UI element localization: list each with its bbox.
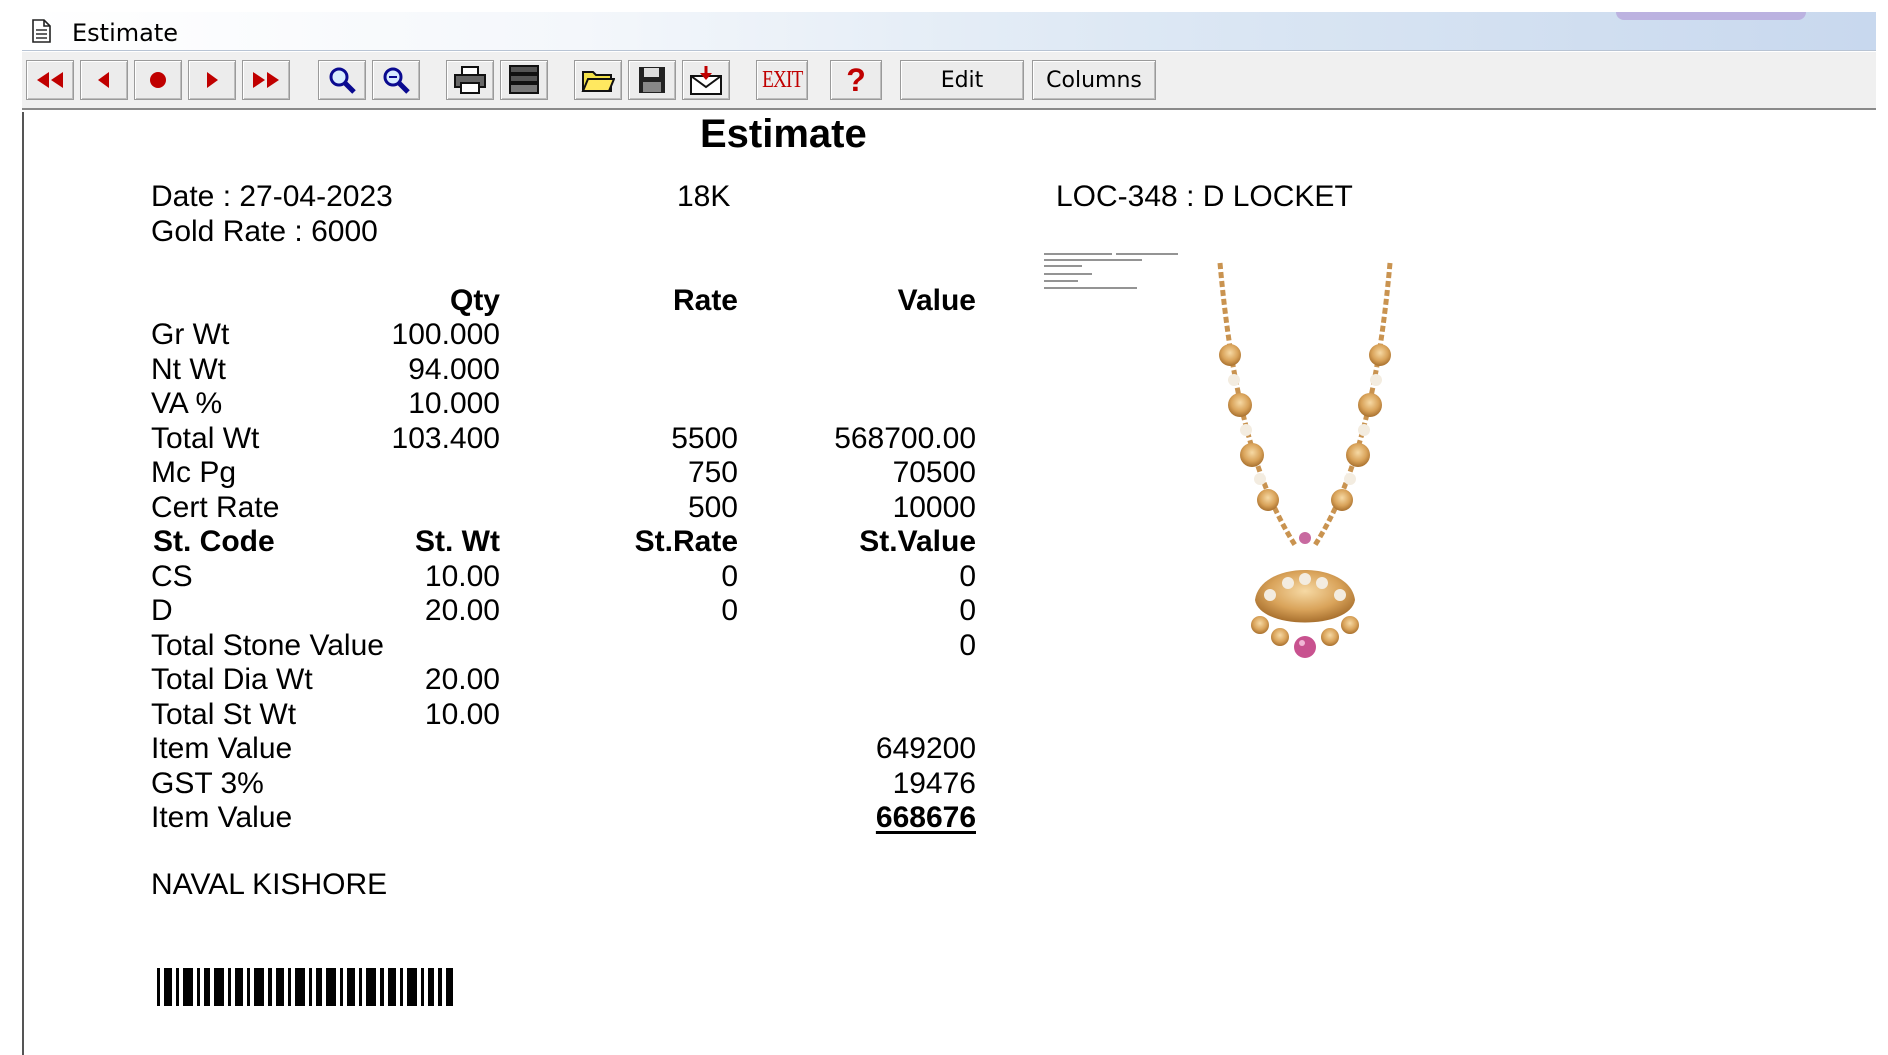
envelope-export-icon — [690, 66, 722, 95]
stop-button[interactable] — [134, 60, 182, 100]
double-left-arrow-icon — [37, 72, 63, 88]
stone-value: 0 — [959, 594, 976, 627]
rate-header: Rate — [672, 284, 738, 317]
stone-weight: 10.00 — [424, 560, 500, 593]
total-stone-value: 0 — [959, 629, 976, 662]
row-rate: 750 — [687, 456, 738, 489]
previous-record-button[interactable] — [80, 60, 128, 100]
printer-icon — [454, 66, 486, 94]
final-item-value-label: Item Value — [151, 801, 293, 834]
row-qty: 94.000 — [408, 353, 500, 386]
window-title-bar: Estimate — [22, 12, 1876, 51]
gst-label: GST 3% — [151, 767, 264, 800]
stone-rate: 0 — [721, 594, 738, 627]
document-icon — [32, 19, 51, 43]
stone-value: 0 — [959, 560, 976, 593]
export-button[interactable] — [682, 60, 730, 100]
row-rate: 5500 — [671, 422, 738, 455]
row-qty: 10.000 — [408, 387, 500, 420]
row-value: 10000 — [892, 491, 976, 524]
question-icon: ? — [846, 61, 866, 98]
total-dia-wt-label: Total Dia Wt — [151, 663, 313, 696]
stone-code-header: St. Code — [153, 525, 275, 558]
necklace-image — [1217, 262, 1393, 658]
magnifier-minus-icon — [383, 67, 410, 94]
next-record-button[interactable] — [188, 60, 236, 100]
total-stone-value-label: Total Stone Value — [151, 629, 384, 662]
floppy-icon — [639, 67, 665, 93]
print-setup-button[interactable] — [500, 60, 548, 100]
stone-rate-header: St.Rate — [634, 525, 738, 558]
left-arrow-icon — [98, 72, 109, 88]
item-code-label: LOC-348 : D LOCKET — [1056, 180, 1353, 213]
row-value: 70500 — [892, 456, 976, 489]
row-label: Cert Rate — [151, 491, 280, 524]
customer-name: NAVAL KISHORE — [151, 868, 388, 901]
barcode-icon — [157, 968, 453, 1006]
exit-icon: EXIT — [761, 66, 803, 93]
exit-button[interactable]: EXIT — [756, 60, 808, 100]
date-label: Date : 27-04-2023 — [151, 180, 393, 213]
gold-rate-label: Gold Rate : 6000 — [151, 215, 378, 248]
last-record-button[interactable] — [242, 60, 290, 100]
edit-button-label: Edit — [940, 67, 984, 93]
printer-stack-icon — [509, 65, 539, 94]
print-button[interactable] — [446, 60, 494, 100]
total-st-wt: 10.00 — [424, 698, 500, 731]
zoom-out-button[interactable] — [372, 60, 420, 100]
right-arrow-icon — [207, 72, 218, 88]
stone-weight: 20.00 — [424, 594, 500, 627]
stone-weight-header: St. Wt — [415, 525, 500, 558]
stone-code: D — [151, 594, 173, 627]
columns-button-label: Columns — [1046, 67, 1142, 93]
row-qty: 100.000 — [391, 318, 500, 351]
row-value: 568700.00 — [834, 422, 976, 455]
item-value-label: Item Value — [151, 732, 293, 765]
report-title: Estimate — [700, 112, 867, 156]
help-button[interactable]: ? — [830, 60, 882, 100]
row-label: Gr Wt — [151, 318, 230, 351]
row-rate: 500 — [687, 491, 738, 524]
window-title: Estimate — [72, 19, 179, 47]
first-record-button[interactable] — [26, 60, 74, 100]
gst-value: 19476 — [892, 767, 976, 800]
double-right-arrow-icon — [253, 72, 279, 88]
image-caption-scribble — [1044, 253, 1178, 289]
stone-code: CS — [151, 560, 193, 593]
row-label: Nt Wt — [151, 353, 226, 386]
edit-button[interactable]: Edit — [900, 60, 1024, 100]
stone-value-header: St.Value — [859, 525, 976, 558]
folder-icon — [581, 71, 615, 92]
total-dia-wt: 20.00 — [424, 663, 500, 696]
final-item-value: 668676 — [875, 801, 976, 834]
open-button[interactable] — [574, 60, 622, 100]
value-header: Value — [897, 284, 976, 317]
row-qty: 103.400 — [391, 422, 500, 455]
row-label: Total Wt — [151, 422, 260, 455]
purity-label: 18K — [677, 180, 731, 213]
row-label: Mc Pg — [151, 456, 237, 489]
zoom-in-button[interactable] — [318, 60, 366, 100]
qty-header: Qty — [449, 284, 500, 317]
toolbar: EXIT ? Edit Columns — [22, 52, 1876, 110]
row-label: VA % — [151, 387, 223, 420]
total-st-wt-label: Total St Wt — [151, 698, 297, 731]
save-button[interactable] — [628, 60, 676, 100]
title-bar-highlight — [1616, 12, 1806, 20]
dot-icon — [150, 72, 166, 88]
magnifier-plus-icon — [329, 67, 356, 94]
item-value: 649200 — [875, 732, 976, 765]
columns-button[interactable]: Columns — [1032, 60, 1156, 100]
stone-rate: 0 — [721, 560, 738, 593]
